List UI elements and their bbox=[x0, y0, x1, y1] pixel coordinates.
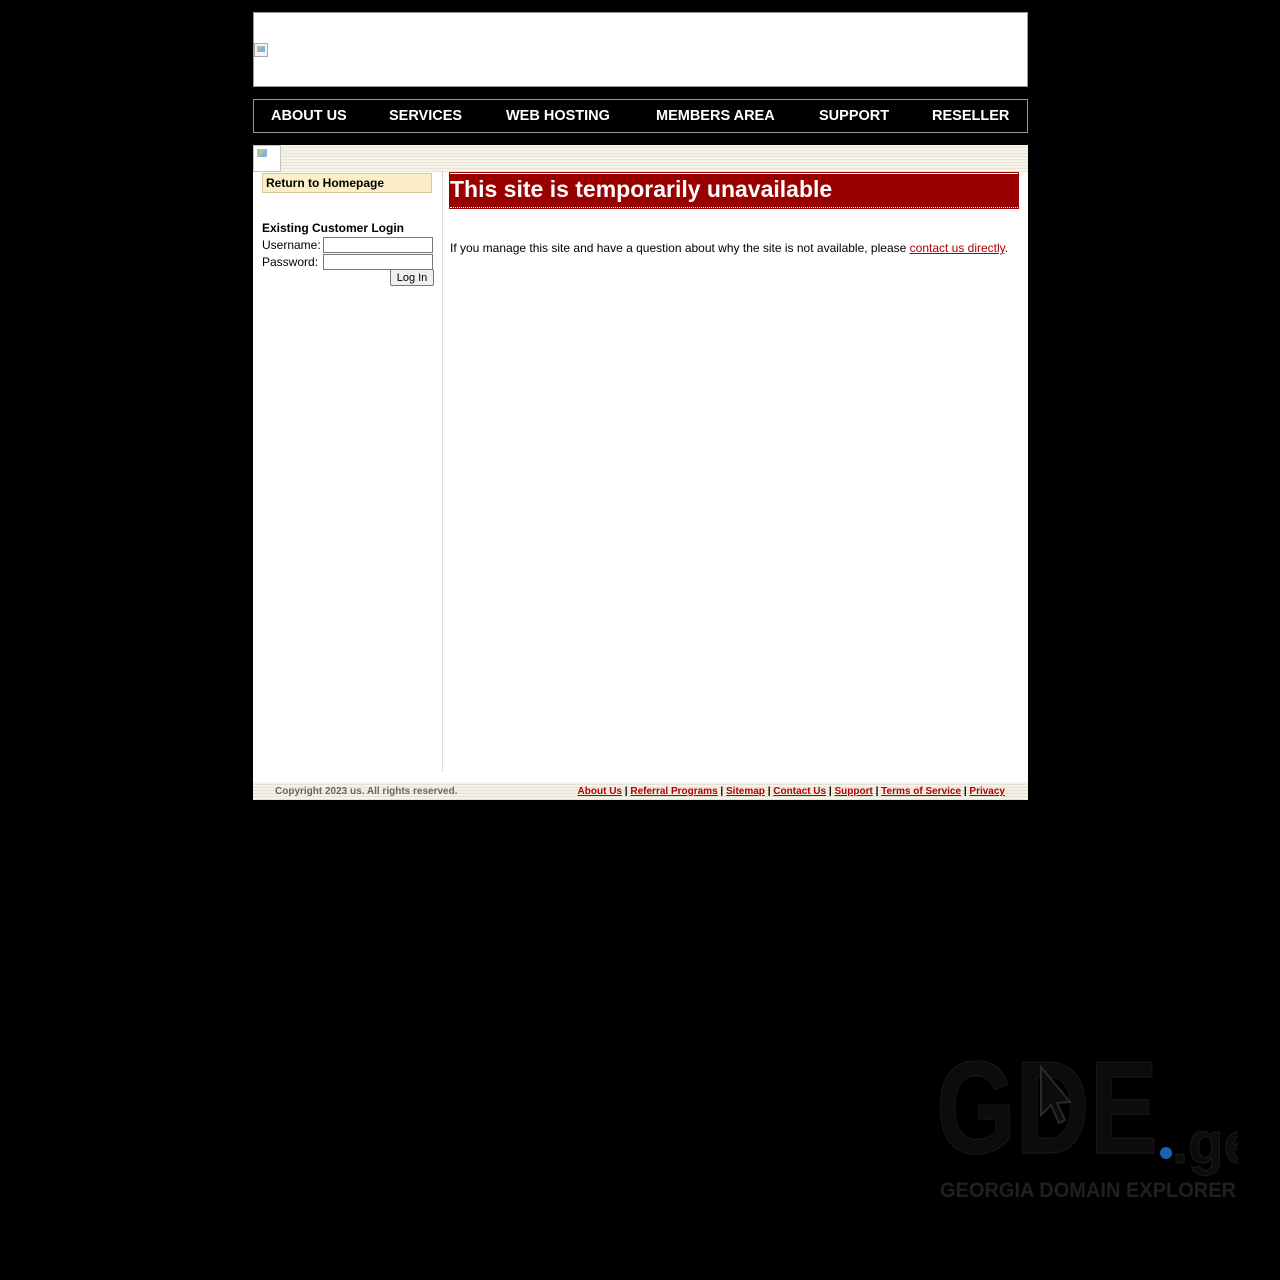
content-area: Return to Homepage Existing Customer Log… bbox=[253, 172, 1028, 782]
password-label: Password: bbox=[262, 255, 319, 269]
username-input[interactable] bbox=[323, 237, 433, 253]
footer-link-privacy[interactable]: Privacy bbox=[969, 786, 1005, 797]
nav-item-services[interactable]: SERVICES bbox=[389, 100, 462, 132]
return-to-homepage-link[interactable]: Return to Homepage bbox=[262, 173, 432, 193]
contact-us-link[interactable]: contact us directly bbox=[910, 241, 1005, 255]
footer-link-contact-us[interactable]: Contact Us bbox=[773, 786, 826, 797]
decorative-strip bbox=[253, 145, 1028, 172]
site-wrapper: ABOUT US SERVICES WEB HOSTING MEMBERS AR… bbox=[253, 12, 1028, 800]
footer-link-about-us[interactable]: About Us bbox=[578, 786, 622, 797]
footer-separator: | bbox=[875, 786, 879, 797]
footer: Copyright 2023 us. All rights reserved. … bbox=[253, 782, 1028, 800]
footer-separator: | bbox=[767, 786, 771, 797]
watermark-tagline: GEORGIA DOMAIN EXPLORER bbox=[940, 1179, 1236, 1202]
footer-separator: | bbox=[720, 786, 724, 797]
message-end: . bbox=[1004, 241, 1009, 255]
nav-item-support[interactable]: SUPPORT bbox=[819, 100, 889, 132]
main-navigation: ABOUT US SERVICES WEB HOSTING MEMBERS AR… bbox=[253, 99, 1028, 133]
gde-watermark-logo: GDE .ge GEORGIA DOMAIN EXPLORER bbox=[936, 1035, 1238, 1202]
login-title: Existing Customer Login bbox=[262, 221, 405, 235]
unavailable-message: If you manage this site and have a quest… bbox=[450, 241, 1018, 255]
sidebar: Return to Homepage Existing Customer Log… bbox=[253, 172, 443, 772]
message-text: If you manage this site and have a quest… bbox=[450, 241, 910, 255]
password-input[interactable] bbox=[323, 254, 433, 270]
footer-links: About Us | Referral Programs | Sitemap |… bbox=[578, 786, 1005, 797]
username-label: Username: bbox=[262, 238, 321, 252]
login-button[interactable]: Log In bbox=[390, 269, 434, 286]
nav-item-reseller[interactable]: RESELLER bbox=[932, 100, 1009, 132]
copyright-text: Copyright 2023 us. All rights reserved. bbox=[275, 786, 458, 797]
footer-separator: | bbox=[828, 786, 832, 797]
main-content: This site is temporarily unavailable If … bbox=[449, 172, 1019, 255]
broken-image-icon bbox=[254, 43, 268, 57]
watermark-suffix: .ge bbox=[1172, 1111, 1238, 1176]
footer-link-sitemap[interactable]: Sitemap bbox=[726, 786, 765, 797]
footer-link-referral-programs[interactable]: Referral Programs bbox=[630, 786, 717, 797]
header-banner bbox=[253, 12, 1028, 87]
page: ABOUT US SERVICES WEB HOSTING MEMBERS AR… bbox=[0, 0, 1280, 1280]
footer-separator: | bbox=[963, 786, 967, 797]
broken-image-icon bbox=[253, 145, 281, 172]
nav-item-members-area[interactable]: MEMBERS AREA bbox=[656, 100, 775, 132]
footer-link-terms-of-service[interactable]: Terms of Service bbox=[881, 786, 961, 797]
nav-item-about-us[interactable]: ABOUT US bbox=[271, 100, 347, 132]
nav-item-web-hosting[interactable]: WEB HOSTING bbox=[506, 100, 610, 132]
footer-link-support[interactable]: Support bbox=[834, 786, 872, 797]
page-title: This site is temporarily unavailable bbox=[449, 172, 1019, 209]
footer-separator: | bbox=[624, 786, 628, 797]
watermark-dot bbox=[1160, 1147, 1172, 1159]
